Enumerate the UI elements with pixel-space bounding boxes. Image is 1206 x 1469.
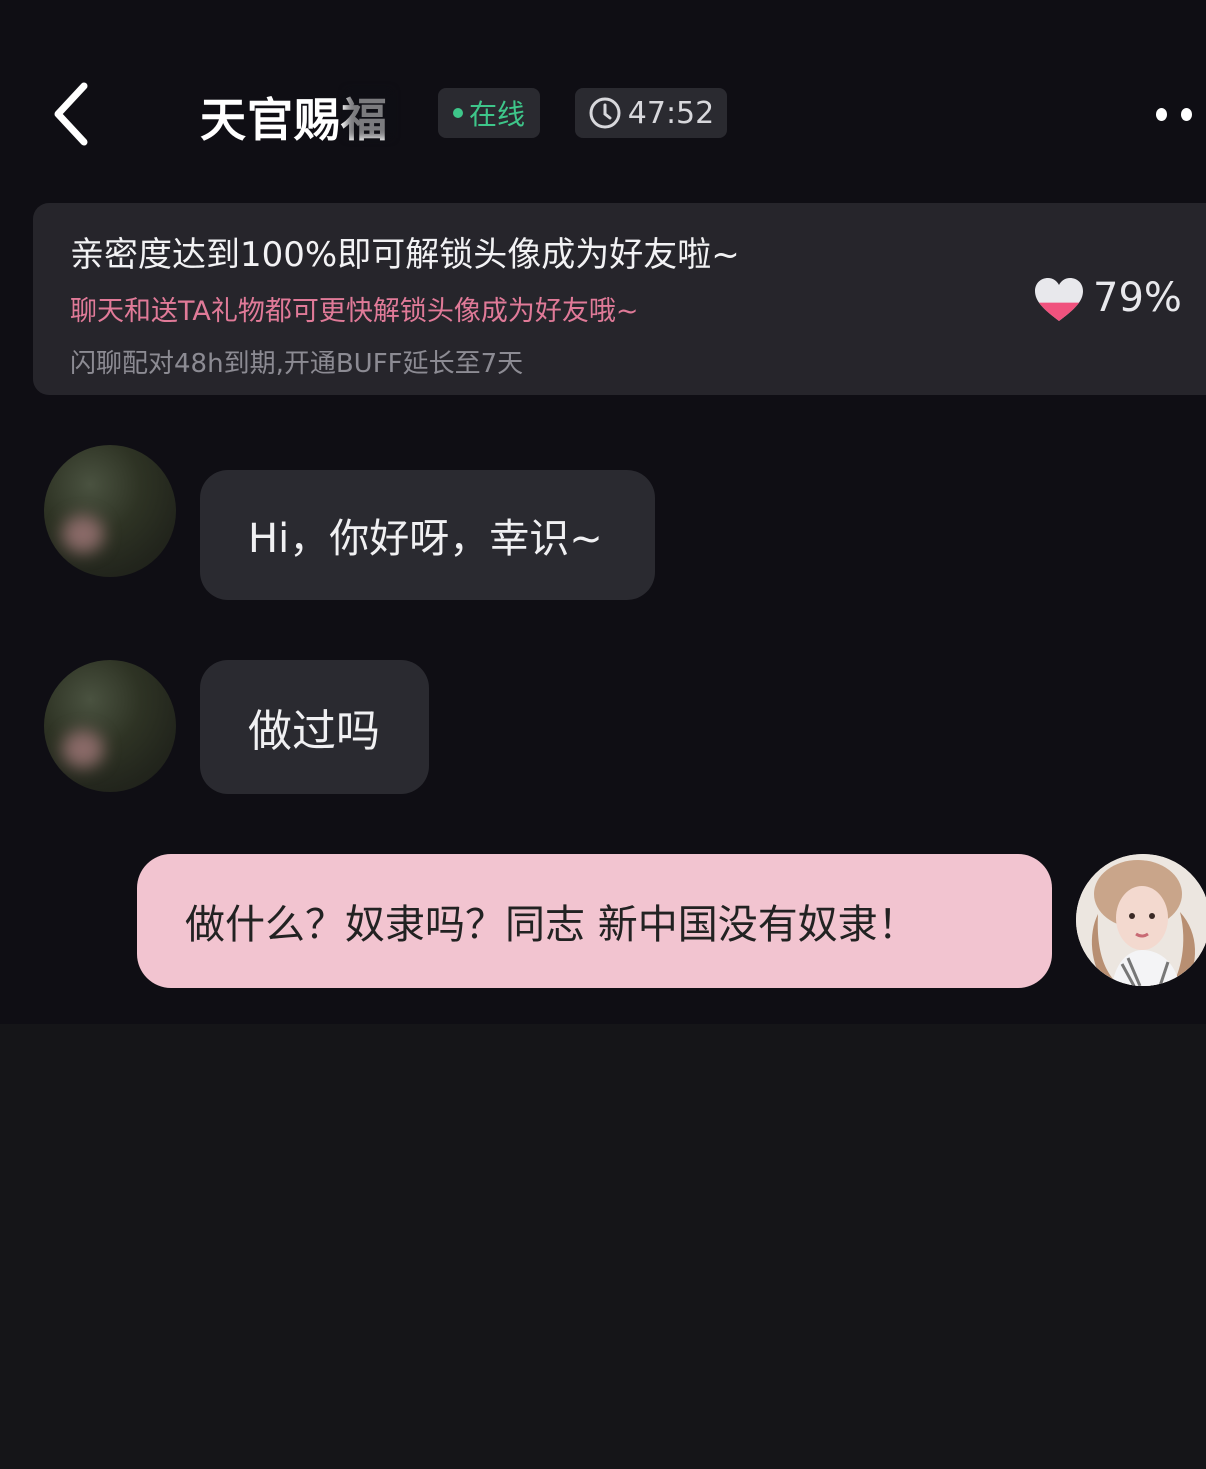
online-label: 在线 — [468, 98, 525, 131]
intimacy-hint: 聊天和送TA礼物都可更快解锁头像成为好友哦~ — [70, 296, 639, 327]
heart-icon — [1035, 278, 1083, 321]
more-dots-icon-2 — [1181, 107, 1192, 121]
message-text: Hi，你好呀，幸识~ — [248, 516, 603, 562]
message-text-3: 做什么？奴隶吗？同志 新中国没有奴隶！ — [185, 902, 918, 948]
contact-avatar-2[interactable] — [44, 660, 176, 792]
title-blur-mask — [346, 90, 392, 138]
intimacy-headline: 亲密度达到100%即可解锁头像成为好友啦~ — [70, 235, 740, 275]
message-text-2: 做过吗 — [248, 706, 380, 757]
chat-area: 天官赐福 在线 47:52 亲密度达到100%即可解锁头像成为好友啦~ 聊天和送… — [0, 0, 1206, 1024]
online-status-badge: 在线 — [438, 88, 540, 138]
chevron-left-icon — [54, 82, 88, 146]
countdown-timer: 47:52 — [575, 88, 727, 138]
chat-screen: 天官赐福 在线 47:52 亲密度达到100%即可解锁头像成为好友啦~ 聊天和送… — [0, 0, 1206, 1469]
avatar-photo-icon — [1076, 854, 1206, 986]
timer-value: 47:52 — [627, 95, 715, 131]
online-dot-icon — [452, 108, 463, 118]
message-bubble-received[interactable]: Hi，你好呀，幸识~ — [200, 470, 655, 600]
clock-icon — [589, 97, 621, 129]
message-bubble-sent[interactable]: 做什么？奴隶吗？同志 新中国没有奴隶！ — [137, 854, 1052, 988]
back-button[interactable] — [40, 78, 100, 150]
match-expiry-notice: 闪聊配对48h到期,开通BUFF延长至7天 — [70, 349, 524, 379]
intimacy-card[interactable]: 亲密度达到100%即可解锁头像成为好友啦~ 聊天和送TA礼物都可更快解锁头像成为… — [33, 203, 1206, 395]
contact-avatar[interactable] — [44, 445, 176, 577]
my-avatar[interactable] — [1076, 854, 1206, 986]
intimacy-percent: 79% — [1093, 275, 1182, 321]
more-dots-icon — [1156, 107, 1167, 121]
message-bubble-received-2[interactable]: 做过吗 — [200, 660, 429, 794]
more-options-button[interactable] — [1156, 104, 1206, 124]
